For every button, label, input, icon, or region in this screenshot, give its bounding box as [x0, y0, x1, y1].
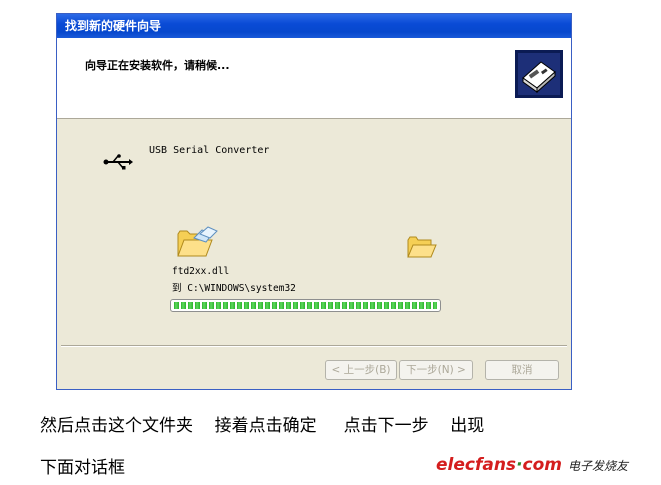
hardware-wizard-icon: [515, 50, 563, 98]
logo-brand-name: elecfans: [436, 455, 517, 475]
copying-file-name: ftd2xx.dll: [172, 266, 230, 277]
caption-line-2: 下面对话框: [40, 458, 125, 478]
source-folder-icon: [177, 226, 218, 257]
usb-icon: [103, 154, 133, 170]
window-title: 找到新的硬件向导: [57, 14, 571, 38]
found-new-hardware-wizard: 找到新的硬件向导 向导正在安装软件，请稍候... USB Serial Conv…: [56, 13, 572, 390]
copy-destination-path: 到 C:\WINDOWS\system32: [172, 283, 296, 294]
back-button[interactable]: < 上一步(B): [325, 360, 397, 380]
device-name: USB Serial Converter: [149, 145, 270, 156]
wizard-body: USB Serial Converter ftd2xx.dll 到 C:\WIN…: [57, 118, 571, 338]
install-progress-bar: [170, 299, 441, 312]
elecfans-watermark-logo: elecfans·com 电子发烧友: [436, 455, 656, 479]
wizard-header: 向导正在安装软件，请稍候...: [57, 38, 571, 119]
progress-fill: [174, 302, 437, 309]
wizard-status-text: 向导正在安装软件，请稍候...: [85, 59, 230, 72]
button-divider: [61, 345, 567, 347]
cancel-button[interactable]: 取消: [485, 360, 559, 380]
caption-line-1: 然后点击这个文件夹 接着点击确定 点击下一步 出现: [40, 416, 485, 436]
next-button[interactable]: 下一步(N) >: [399, 360, 473, 380]
destination-folder-icon: [407, 236, 437, 258]
logo-tld: com: [522, 455, 563, 475]
logo-brand: elecfans·com: [436, 455, 562, 475]
logo-tagline: 电子发烧友: [568, 459, 629, 473]
